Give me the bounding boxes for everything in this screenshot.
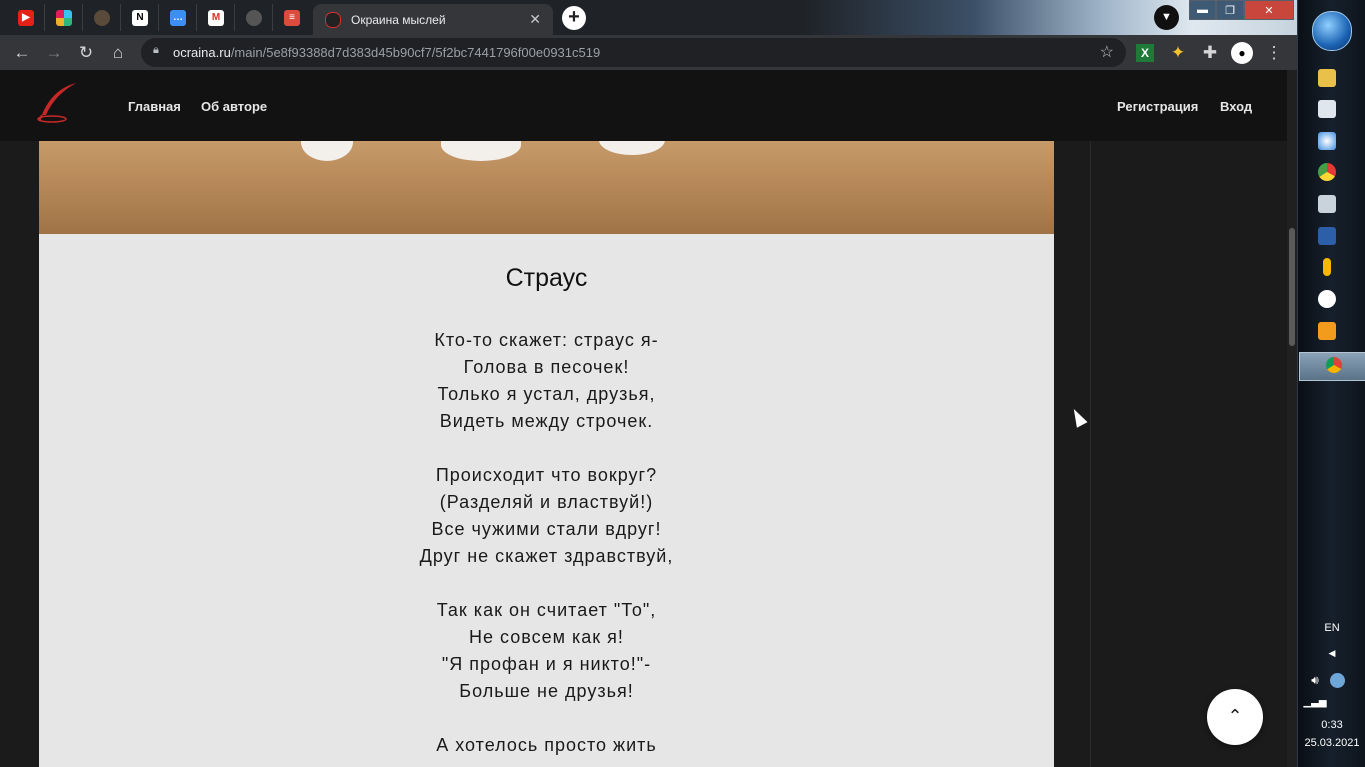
poem-line: Кто-то скажет: страус я-: [434, 330, 659, 350]
quill-logo-icon[interactable]: [30, 81, 80, 123]
address-bar[interactable]: 🔒︎ ocraina.ru/main/5e8f93388d7d383d45b90…: [141, 38, 1126, 67]
poem-line: Так как он считает "То",: [436, 600, 657, 620]
tray-expand-icon[interactable]: ◀: [1298, 648, 1365, 659]
poem-title: Страус: [505, 264, 588, 292]
chrome-taskbar-button[interactable]: [1299, 352, 1365, 381]
tab-search-dropdown-icon[interactable]: ▼: [1154, 5, 1179, 30]
reload-icon[interactable]: ↻: [75, 42, 97, 64]
close-window-button[interactable]: ✕: [1244, 0, 1294, 20]
media-taskbar-icon[interactable]: [1318, 227, 1336, 245]
volume-icon[interactable]: 🔊︎: [1298, 673, 1332, 688]
tab-owl[interactable]: [84, 4, 121, 31]
start-button[interactable]: [1312, 11, 1352, 51]
back-icon[interactable]: ←: [11, 42, 33, 64]
explorer-taskbar-icon[interactable]: [1318, 69, 1336, 87]
nav-home[interactable]: Главная: [128, 99, 181, 114]
signal-icon[interactable]: ▁▃▅: [1298, 697, 1332, 708]
minimize-button[interactable]: ▬: [1189, 0, 1216, 20]
ostrich-foot-image: [301, 141, 353, 161]
poem-line: [39, 435, 1054, 462]
active-tab-title: Окраина мыслей: [351, 12, 446, 27]
poem-card: Страус Кто-то скажет: страус я- Голова в…: [39, 234, 1054, 767]
language-indicator[interactable]: EN: [1298, 622, 1365, 634]
tab-messages[interactable]: …: [160, 4, 197, 31]
clock-time[interactable]: 0:33: [1298, 719, 1365, 731]
scrollbar-thumb[interactable]: [1289, 228, 1295, 346]
windows-taskbar: EN ◀ 🔊︎ ▁▃▅ 0:33 25.03.2021: [1297, 0, 1365, 767]
sidebar-divider: [1090, 141, 1091, 767]
slack-icon: [56, 9, 72, 26]
poem-line: Голова в песочек!: [463, 357, 630, 377]
extensions-puzzle-icon[interactable]: ✚: [1199, 42, 1221, 64]
site-header: Главная Об авторе Регистрация Вход: [0, 70, 1287, 141]
scroll-to-top-button[interactable]: ⌃: [1207, 689, 1263, 745]
sublime-taskbar-icon[interactable]: [1318, 322, 1336, 340]
tab-strip: ▶ N … M ≡ Окраина мыслей ✕ + ▼ ▬ ❐ ✕: [0, 0, 1297, 35]
broom-extension-icon[interactable]: ✦: [1167, 42, 1189, 64]
steam-taskbar-icon[interactable]: [1318, 290, 1336, 308]
page-content: Страус Кто-то скажет: страус я- Голова в…: [0, 141, 1287, 767]
poem-hero-image: [39, 141, 1054, 234]
poem-line: Больше не друзья!: [459, 681, 634, 701]
messages-icon: …: [170, 9, 186, 26]
chrome-icon: [1326, 357, 1342, 373]
clock-date[interactable]: 25.03.2021: [1298, 737, 1365, 749]
tab-notion[interactable]: N: [122, 4, 159, 31]
browser-toolbar: ← → ↻ ⌂ 🔒︎ ocraina.ru/main/5e8f93388d7d3…: [0, 35, 1297, 70]
poem-line: Не совсем как я!: [469, 627, 624, 647]
poem-line: Происходит что вокруг?: [435, 465, 658, 485]
poem-body: Кто-то скажет: страус я- Голова в песоче…: [39, 327, 1054, 759]
gmail-icon: M: [208, 9, 224, 26]
restore-button[interactable]: ❐: [1216, 0, 1244, 20]
youtube-icon: ▶: [18, 9, 34, 26]
quill-favicon-icon: [325, 11, 341, 28]
bookmark-star-icon[interactable]: ☆: [1100, 42, 1114, 62]
nav-about[interactable]: Об авторе: [201, 99, 267, 114]
key-taskbar-icon[interactable]: [1323, 258, 1331, 276]
tab-todoist[interactable]: ≡: [274, 4, 310, 31]
active-tab[interactable]: Окраина мыслей ✕: [313, 4, 553, 35]
todoist-icon: ≡: [284, 9, 300, 26]
nav-login[interactable]: Вход: [1220, 99, 1252, 114]
new-tab-button[interactable]: +: [562, 6, 586, 30]
tab-youtube[interactable]: ▶: [8, 4, 45, 31]
excel-extension-icon[interactable]: X: [1136, 44, 1154, 62]
utility-taskbar-icon[interactable]: [1318, 195, 1336, 213]
chevron-up-icon: ⌃: [1227, 706, 1243, 726]
ostrich-foot-image: [599, 141, 665, 155]
tab-gmail[interactable]: M: [198, 4, 235, 31]
poem-line: Все чужими стали вдруг!: [431, 519, 662, 539]
ostrich-foot-image: [441, 141, 521, 161]
poem-line: (Разделяй и властвуй!): [439, 492, 654, 512]
tab-github[interactable]: [236, 4, 273, 31]
home-icon[interactable]: ⌂: [107, 42, 129, 64]
nav-register[interactable]: Регистрация: [1117, 99, 1198, 114]
poem-line: Только я устал, друзья,: [437, 384, 656, 404]
poem-line: "Я профан и я никто!"-: [441, 654, 652, 674]
close-tab-icon[interactable]: ✕: [529, 11, 541, 28]
paint-taskbar-icon[interactable]: [1318, 132, 1336, 150]
owl-icon: [94, 9, 110, 26]
github-icon: [246, 9, 262, 26]
page-scrollbar[interactable]: [1287, 70, 1297, 767]
poem-line: Друг не скажет здравствуй,: [419, 546, 674, 566]
poem-line: [39, 570, 1054, 597]
poem-line: [39, 705, 1054, 732]
lock-icon: 🔒︎: [153, 44, 159, 56]
tab-slack[interactable]: [46, 4, 83, 31]
forward-icon[interactable]: →: [43, 42, 65, 64]
menu-kebab-icon[interactable]: ⋮: [1263, 42, 1285, 64]
url-text: ocraina.ru/main/5e8f93388d7d383d45b90cf7…: [173, 45, 601, 60]
notion-icon: N: [132, 9, 148, 26]
poem-line: Видеть между строчек.: [439, 411, 654, 431]
poem-line: А хотелось просто жить: [436, 735, 657, 755]
browser-taskbar-icon[interactable]: [1318, 163, 1336, 181]
profile-avatar[interactable]: ●: [1231, 42, 1253, 64]
network-tray-icon[interactable]: [1330, 673, 1345, 688]
notepad-taskbar-icon[interactable]: [1318, 100, 1336, 118]
